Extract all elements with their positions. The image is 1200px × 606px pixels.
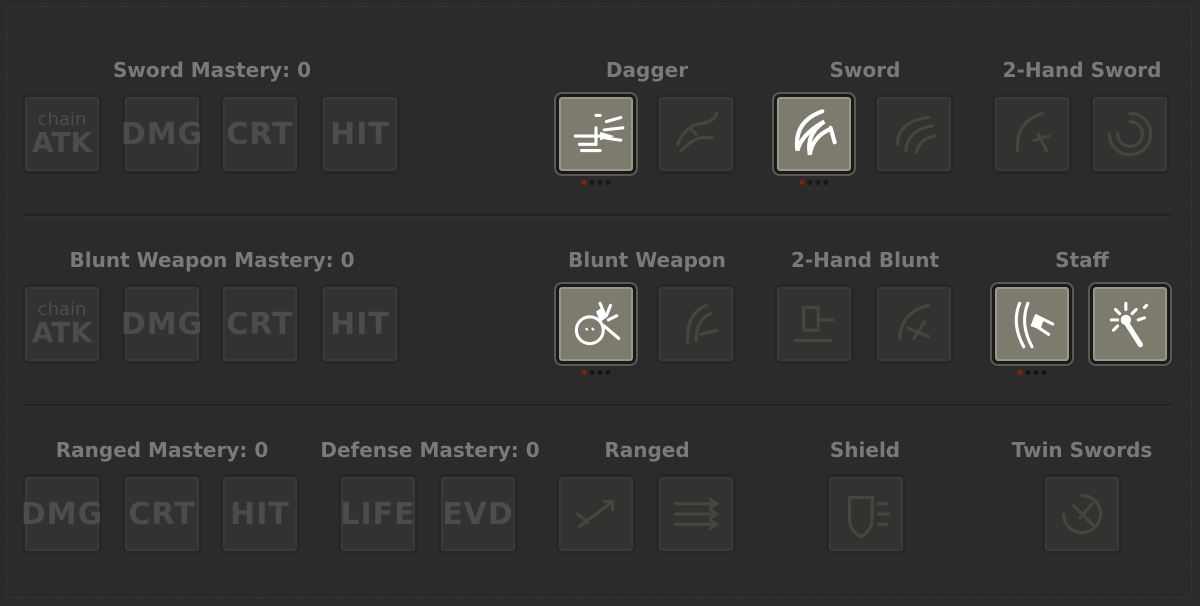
two-hand-blunt-skill-2[interactable] bbox=[874, 284, 954, 364]
blunt-weapon-skill-2[interactable] bbox=[656, 284, 736, 364]
atk-label: ATK bbox=[31, 316, 93, 349]
two-hand-sword-label: 2-Hand Sword bbox=[1002, 58, 1162, 82]
blunt-stun-icon bbox=[574, 301, 621, 346]
arrow-shot-icon bbox=[575, 500, 615, 528]
sword-hit-tile[interactable]: HIT bbox=[320, 94, 400, 174]
dagger-rank-dots bbox=[581, 180, 611, 185]
arrow-volley-icon bbox=[673, 497, 720, 531]
blunt-swing-icon bbox=[686, 303, 719, 345]
ranged-hit-tile[interactable]: HIT bbox=[220, 474, 300, 554]
two-hand-sword-skill-1[interactable] bbox=[992, 94, 1072, 174]
blunt-weapon-label: Blunt Weapon bbox=[568, 248, 726, 272]
chain-atk-tile[interactable]: chain ATK bbox=[22, 284, 102, 364]
sword-rank-dots bbox=[799, 180, 829, 185]
row-divider bbox=[22, 404, 1172, 406]
staff-magic-icon bbox=[1109, 301, 1149, 348]
dagger-throw-icon bbox=[573, 113, 625, 153]
sword-slash-icon bbox=[794, 109, 837, 156]
sword-skill-1[interactable] bbox=[774, 94, 854, 174]
blunt-hit-tile[interactable]: HIT bbox=[320, 284, 400, 364]
twin-swords-skill-1[interactable] bbox=[1042, 474, 1122, 554]
twin-swords-icon bbox=[1061, 493, 1103, 535]
dagger-skill-1[interactable] bbox=[556, 94, 636, 174]
staff-strike-icon bbox=[1014, 301, 1055, 349]
staff-rank-dots bbox=[1017, 370, 1047, 375]
ranged-crt-tile[interactable]: CRT bbox=[122, 474, 202, 554]
sword-mastery-label: Sword Mastery: 0 bbox=[113, 58, 311, 82]
ranged-label: Ranged bbox=[604, 438, 690, 462]
dagger-skill-2[interactable] bbox=[656, 94, 736, 174]
blunt-weapon-skill-1[interactable] bbox=[556, 284, 636, 364]
sword-label: Sword bbox=[829, 58, 901, 82]
staff-skill-1[interactable] bbox=[992, 284, 1072, 364]
twin-swords-label: Twin Swords bbox=[1011, 438, 1153, 462]
blunt-mastery-label: Blunt Weapon Mastery: 0 bbox=[69, 248, 355, 272]
ranged-skill-2[interactable] bbox=[656, 474, 736, 554]
two-hand-blunt-skill-1[interactable] bbox=[774, 284, 854, 364]
greatsword-spin-icon bbox=[1107, 111, 1153, 157]
shield-block-icon bbox=[847, 495, 891, 539]
life-tile[interactable]: LIFE bbox=[338, 474, 418, 554]
two-hand-sword-skill-2[interactable] bbox=[1090, 94, 1170, 174]
ranged-dmg-tile[interactable]: DMG bbox=[21, 474, 102, 554]
sword-crt-tile[interactable]: CRT bbox=[220, 94, 300, 174]
sword-wave-icon bbox=[895, 115, 937, 155]
shield-label: Shield bbox=[829, 438, 901, 462]
chain-atk-tile[interactable]: chain ATK bbox=[22, 94, 102, 174]
blunt-dmg-tile[interactable]: DMG bbox=[121, 284, 202, 364]
sword-skill-2[interactable] bbox=[874, 94, 954, 174]
dagger-label: Dagger bbox=[605, 58, 689, 82]
row-divider bbox=[22, 214, 1172, 216]
ranged-mastery-label: Ranged Mastery: 0 bbox=[55, 438, 269, 462]
staff-label: Staff bbox=[1055, 248, 1109, 272]
ranged-skill-1[interactable] bbox=[556, 474, 636, 554]
hammer-slam-icon bbox=[793, 305, 835, 343]
hammer-swing-icon bbox=[897, 303, 931, 341]
dagger-dragon-icon bbox=[675, 111, 719, 153]
two-hand-blunt-label: 2-Hand Blunt bbox=[790, 248, 940, 272]
shield-skill-1[interactable] bbox=[826, 474, 906, 554]
greatsword-swing-icon bbox=[1015, 111, 1051, 153]
blunt-crt-tile[interactable]: CRT bbox=[220, 284, 300, 364]
atk-label: ATK bbox=[31, 126, 93, 159]
staff-skill-2[interactable] bbox=[1090, 284, 1170, 364]
blunt-rank-dots bbox=[581, 370, 611, 375]
sword-dmg-tile[interactable]: DMG bbox=[121, 94, 202, 174]
evd-tile[interactable]: EVD bbox=[438, 474, 518, 554]
defense-mastery-label: Defense Mastery: 0 bbox=[320, 438, 540, 462]
